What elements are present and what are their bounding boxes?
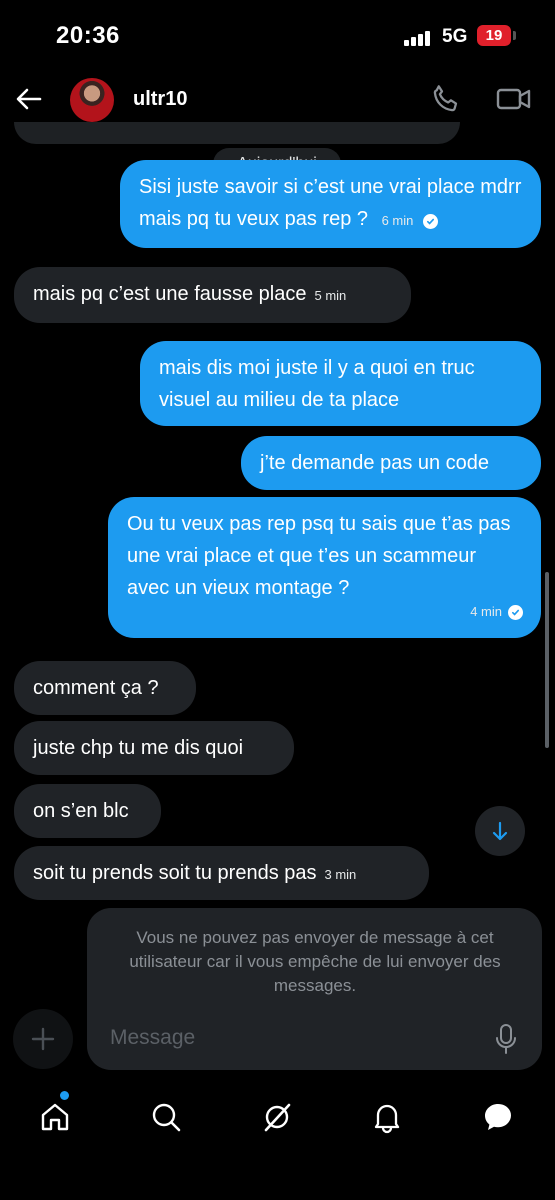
message-text: j’te demande pas un code	[260, 452, 490, 474]
message-time: 6 min	[381, 213, 414, 228]
video-camera-icon[interactable]	[496, 84, 532, 114]
status-time: 20:36	[56, 22, 120, 49]
home-icon[interactable]	[38, 1100, 72, 1134]
plus-icon	[31, 1027, 55, 1051]
grok-icon[interactable]	[260, 1100, 294, 1134]
microphone-icon[interactable]	[494, 1022, 518, 1056]
bell-icon[interactable]	[370, 1100, 404, 1134]
message-text: soit tu prends soit tu prends pas	[33, 862, 317, 884]
arrow-left-icon[interactable]	[14, 84, 44, 114]
message-incoming[interactable]: soit tu prends soit tu prends pas 3 min	[14, 846, 429, 900]
search-icon[interactable]	[149, 1100, 183, 1134]
seen-check-icon	[422, 214, 438, 229]
battery-tip	[513, 31, 516, 40]
message-text: mais dis moi juste il y a quoi en truc v…	[159, 357, 475, 411]
message-time: 3 min	[324, 867, 357, 882]
signal-icon	[404, 30, 434, 46]
avatar[interactable]	[70, 78, 114, 122]
message-time: 4 min	[470, 604, 502, 619]
message-outgoing[interactable]: Sisi juste savoir si c’est une vrai plac…	[120, 160, 541, 248]
message-outgoing[interactable]: Ou tu veux pas rep psq tu sais que t’as …	[108, 497, 541, 638]
message-text: Sisi juste savoir si c’est une vrai plac…	[139, 176, 522, 230]
conversation-username[interactable]: ultr10	[133, 88, 187, 111]
arrow-down-icon	[492, 821, 508, 841]
scroll-to-bottom-button[interactable]	[475, 806, 525, 856]
message-text: mais pq c’est une fausse place	[33, 283, 307, 305]
message-outgoing[interactable]: j’te demande pas un code	[241, 436, 541, 490]
phone-icon[interactable]	[430, 83, 462, 115]
message-incoming[interactable]: mais pq c’est une fausse place 5 min	[14, 267, 411, 323]
message-text: Ou tu veux pas rep psq tu sais que t’as …	[127, 513, 511, 599]
message-incoming[interactable]: comment ça ?	[14, 661, 196, 715]
messages-icon[interactable]	[481, 1100, 515, 1134]
notification-dot	[60, 1091, 69, 1100]
seen-check-icon	[508, 604, 523, 620]
scrollbar[interactable]	[545, 572, 549, 748]
message-incoming[interactable]: on s’en blc	[14, 784, 161, 838]
message-time: 5 min	[314, 288, 347, 303]
network-type: 5G	[442, 26, 468, 47]
previous-message-bubble	[14, 122, 460, 144]
blocked-notice: Vous ne pouvez pas envoyer de message à …	[129, 928, 501, 995]
message-input[interactable]: Message	[110, 1026, 195, 1050]
message-text: comment ça ?	[33, 677, 159, 699]
message-text: juste chp tu me dis quoi	[33, 737, 244, 759]
battery-level: 19	[477, 25, 511, 46]
add-media-button[interactable]	[13, 1009, 73, 1069]
message-incoming[interactable]: juste chp tu me dis quoi	[14, 721, 294, 775]
message-text: on s’en blc	[33, 800, 129, 822]
message-outgoing[interactable]: mais dis moi juste il y a quoi en truc v…	[140, 341, 541, 426]
